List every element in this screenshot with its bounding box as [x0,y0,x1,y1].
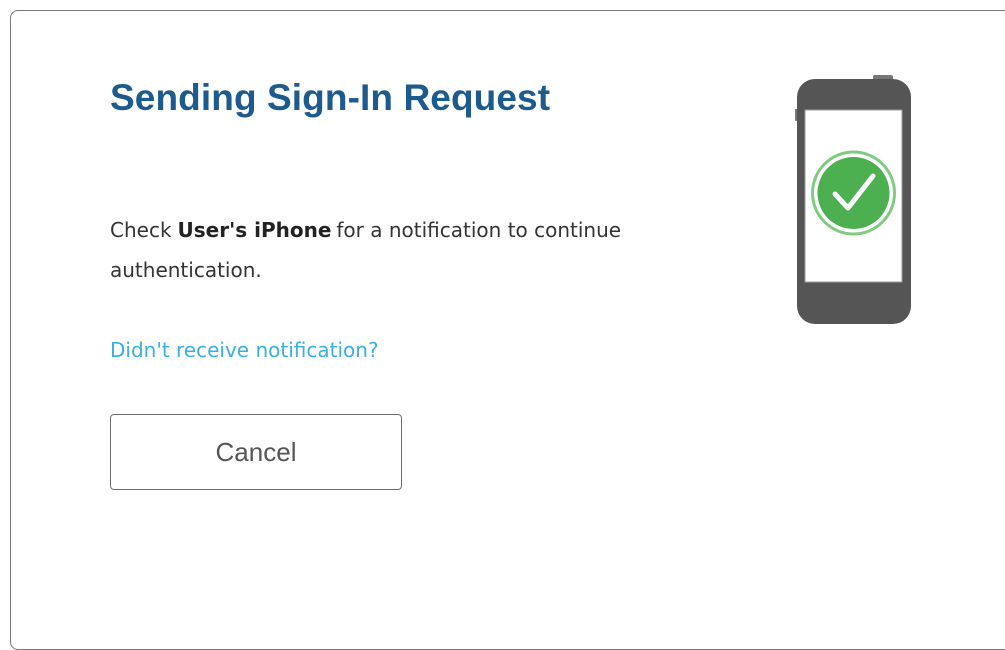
notification-message: Check User's iPhone for a notification to … [110,210,750,290]
didnt-receive-notification-link[interactable]: Didn't receive notification? [110,338,379,362]
dialog-title: Sending Sign-In Request [110,77,551,118]
phone-checkmark-icon [795,75,911,324]
cancel-button[interactable]: Cancel [110,414,402,490]
sign-in-request-dialog: Sending Sign-In Request Check User's iPho… [10,10,1005,650]
message-prefix: Check [110,218,172,242]
device-name: User's iPhone [177,218,332,242]
